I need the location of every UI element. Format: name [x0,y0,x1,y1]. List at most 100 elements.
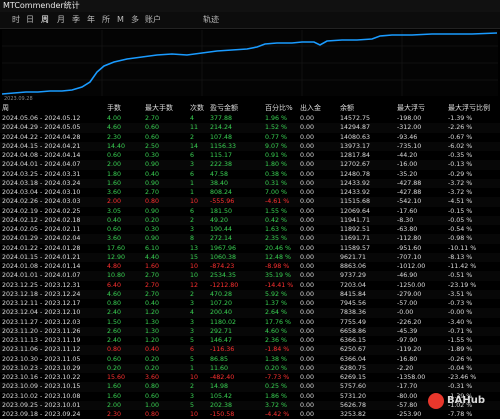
table-row[interactable]: 2024.04.22 - 2024.04.28 2.30 0.60 2 107.48 0.… [0,133,500,142]
table-row[interactable]: 2023.11.20 - 2023.11.26 2.60 1.30 3 292.71 4.… [0,326,500,336]
table-row[interactable]: 2024.01.22 - 2024.01.28 17.60 6.10 13 1967.9… [0,244,500,253]
header-ddpct[interactable]: 最大浮亏比例 [448,102,490,114]
table-row[interactable]: 2023.10.09 - 2023.10.15 1.60 0.80 2 14.98 0.2… [0,382,500,392]
table-row[interactable]: 2024.01.15 - 2024.01.21 12.90 4.40 15 1060.3… [0,252,500,262]
cell-inout: 0.00 [300,235,315,243]
tab-trail[interactable]: 轨迹 [203,12,219,28]
table-row[interactable]: 2024.04.01 - 2024.04.07 2.00 0.90 3 222.38 1.… [0,160,500,170]
header-balance[interactable]: 余额 [340,102,354,114]
table-row[interactable]: 2023.09.18 - 2023.09.24 2.30 0.80 10 -150.58… [0,410,500,419]
cell-dd: -45.39 [397,327,418,335]
cell-trades: 12.90 [107,253,126,261]
table-row[interactable]: 2023.10.16 - 2023.10.22 15.60 3.60 10 -482.4… [0,373,500,382]
cell-maxlot: 2.70 [145,115,160,122]
tab-day[interactable]: 日 [26,12,34,28]
table-row[interactable]: 2023.11.06 - 2023.11.12 0.80 0.40 6 -116.36 -… [0,345,500,355]
table-row[interactable]: 2024.04.15 - 2024.04.21 14.40 2.50 14 1156.3… [0,141,500,151]
tab-hour[interactable]: 时 [12,12,20,28]
table-row[interactable]: 2024.03.25 - 2024.03.31 1.80 0.40 6 47.58 0.3… [0,170,500,179]
cell-count: 12 [190,281,199,289]
cell-trades: 2.00 [107,401,122,409]
header-profit[interactable]: 盈亏金额 [210,102,238,114]
table-row[interactable]: 2024.02.12 - 2024.02.18 0.40 0.20 2 49.20 0.4… [0,215,500,225]
cell-ddpct: -0.04 % [448,364,473,372]
table-row[interactable]: 2023.10.02 - 2023.10.08 1.60 0.60 3 105.42 1.… [0,392,500,401]
table-row[interactable]: 2024.03.18 - 2024.03.24 1.60 0.90 1 38.40 0.3… [0,178,500,188]
header-pct[interactable]: 百分比% [265,102,293,114]
table-row[interactable]: 2023.12.18 - 2023.12.24 4.60 2.70 2 470.28 5.… [0,289,500,299]
table-row[interactable]: 2024.03.04 - 2024.03.10 3.60 2.70 1 808.24 7.… [0,188,500,197]
cell-period: 2024.04.29 - 2024.05.05 [2,124,81,132]
table-row[interactable]: 2024.04.08 - 2024.04.14 0.60 0.30 6 115.17 0.… [0,151,500,160]
cell-dd: -16.00 [397,161,418,169]
cell-trades: 0.40 [107,216,122,224]
table-row[interactable]: 2023.10.30 - 2023.11.05 0.60 0.20 5 86.85 1.3… [0,355,500,364]
cell-maxlot: 0.90 [145,179,160,187]
table-row[interactable]: 2024.02.19 - 2024.02.25 3.05 0.90 6 181.50 1.… [0,207,500,216]
cell-inout: 0.00 [300,133,315,141]
header-count[interactable]: 次数 [190,102,204,114]
table-row[interactable]: 2024.01.29 - 2024.02.04 3.60 0.90 8 272.14 2.… [0,234,500,244]
header-maxlot[interactable]: 最大手数 [145,102,173,114]
cell-ddpct: -1.55 % [448,337,473,344]
cell-balance: 7838.36 [340,309,367,317]
cell-balance: 14294.87 [340,124,371,132]
cell-pct: 1.80 % [265,161,288,169]
table-row[interactable]: 2024.02.26 - 2024.03.03 2.00 0.80 10 -555.96… [0,197,500,207]
tab-account[interactable]: 账户 [145,12,161,28]
cell-balance: 11589.57 [340,244,371,252]
header-dd[interactable]: 最大浮亏 [397,102,425,114]
cell-period: 2024.02.12 - 2024.02.18 [2,216,81,224]
cell-pct: 0.20 % [265,364,288,372]
cell-period: 2023.12.25 - 2023.12.31 [2,281,81,289]
table-row[interactable]: 2024.01.01 - 2024.01.07 10.80 2.70 10 2534.3… [0,271,500,281]
cell-inout: 0.00 [300,337,315,344]
cell-maxlot: 0.20 [145,355,160,363]
watermark-logo-icon [428,393,444,409]
table-row[interactable]: 2023.12.11 - 2023.12.17 0.80 0.40 3 107.20 1.… [0,299,500,308]
cell-inout: 0.00 [300,189,315,196]
table-row[interactable]: 2024.05.06 - 2024.05.12 4.00 2.70 4 377.88 1.… [0,114,500,123]
cell-period: 2023.10.23 - 2023.10.29 [2,364,81,372]
cell-inout: 0.00 [300,355,315,363]
cell-count: 6 [190,152,195,159]
cell-period: 2024.01.29 - 2024.02.04 [2,235,81,243]
tab-multi[interactable]: 多 [131,12,139,28]
tab-bar: 时 日 周 月 季 年 所 M 多 账户 轨迹 [0,12,500,29]
cell-maxlot: 0.30 [145,152,160,159]
cell-dd: -119.20 [397,346,422,354]
header-inout[interactable]: 出入金 [300,102,321,114]
table-row[interactable]: 2023.09.25 - 2023.10.01 2.00 1.00 5 202.38 3.… [0,400,500,410]
cell-profit: -482.40 [210,374,235,381]
cell-profit: 272.14 [210,235,233,243]
table-row[interactable]: 2023.10.23 - 2023.10.29 0.20 0.20 1 11.60 0.2… [0,363,500,373]
cell-profit: 808.24 [210,189,233,196]
header-period[interactable]: 周 [2,102,9,114]
tab-all[interactable]: 所 [102,12,110,28]
cell-trades: 0.80 [107,346,122,354]
cell-period: 2023.11.20 - 2023.11.26 [2,327,81,335]
header-trades[interactable]: 手数 [107,102,121,114]
cell-ddpct: -0.35 % [448,152,473,159]
tab-week[interactable]: 周 [41,12,49,28]
tab-m[interactable]: M [117,12,124,28]
table-row[interactable]: 2023.11.27 - 2023.12.03 1.50 1.30 3 1180.02 1… [0,318,500,327]
table-row[interactable]: 2023.12.25 - 2023.12.31 6.40 2.70 12 -1212.8… [0,281,500,290]
table-row[interactable]: 2023.12.04 - 2023.12.10 2.40 1.20 4 200.40 2.… [0,308,500,318]
cell-dd: -44.20 [397,152,418,159]
tab-year[interactable]: 年 [87,12,95,28]
table-row[interactable]: 2024.02.05 - 2024.02.11 0.60 0.30 3 190.44 1.… [0,225,500,234]
cell-inout: 0.00 [300,309,315,317]
cell-inout: 0.00 [300,142,315,150]
cell-maxlot: 2.70 [145,189,160,196]
cell-pct: -8.98 % [265,263,290,270]
cell-ddpct: -0.98 % [448,235,473,243]
cell-balance: 6366.15 [340,337,367,344]
tab-month[interactable]: 月 [57,12,65,28]
table-row[interactable]: 2023.11.13 - 2023.11.19 2.40 1.20 5 146.47 2.… [0,336,500,345]
cell-trades: 2.40 [107,337,122,344]
table-row[interactable]: 2024.01.08 - 2024.01.14 4.80 1.60 10 -874.23… [0,262,500,271]
cell-profit: 200.40 [210,309,233,317]
table-row[interactable]: 2024.04.29 - 2024.05.05 4.60 0.60 11 214.24 1… [0,123,500,133]
tab-quarter[interactable]: 季 [72,12,80,28]
